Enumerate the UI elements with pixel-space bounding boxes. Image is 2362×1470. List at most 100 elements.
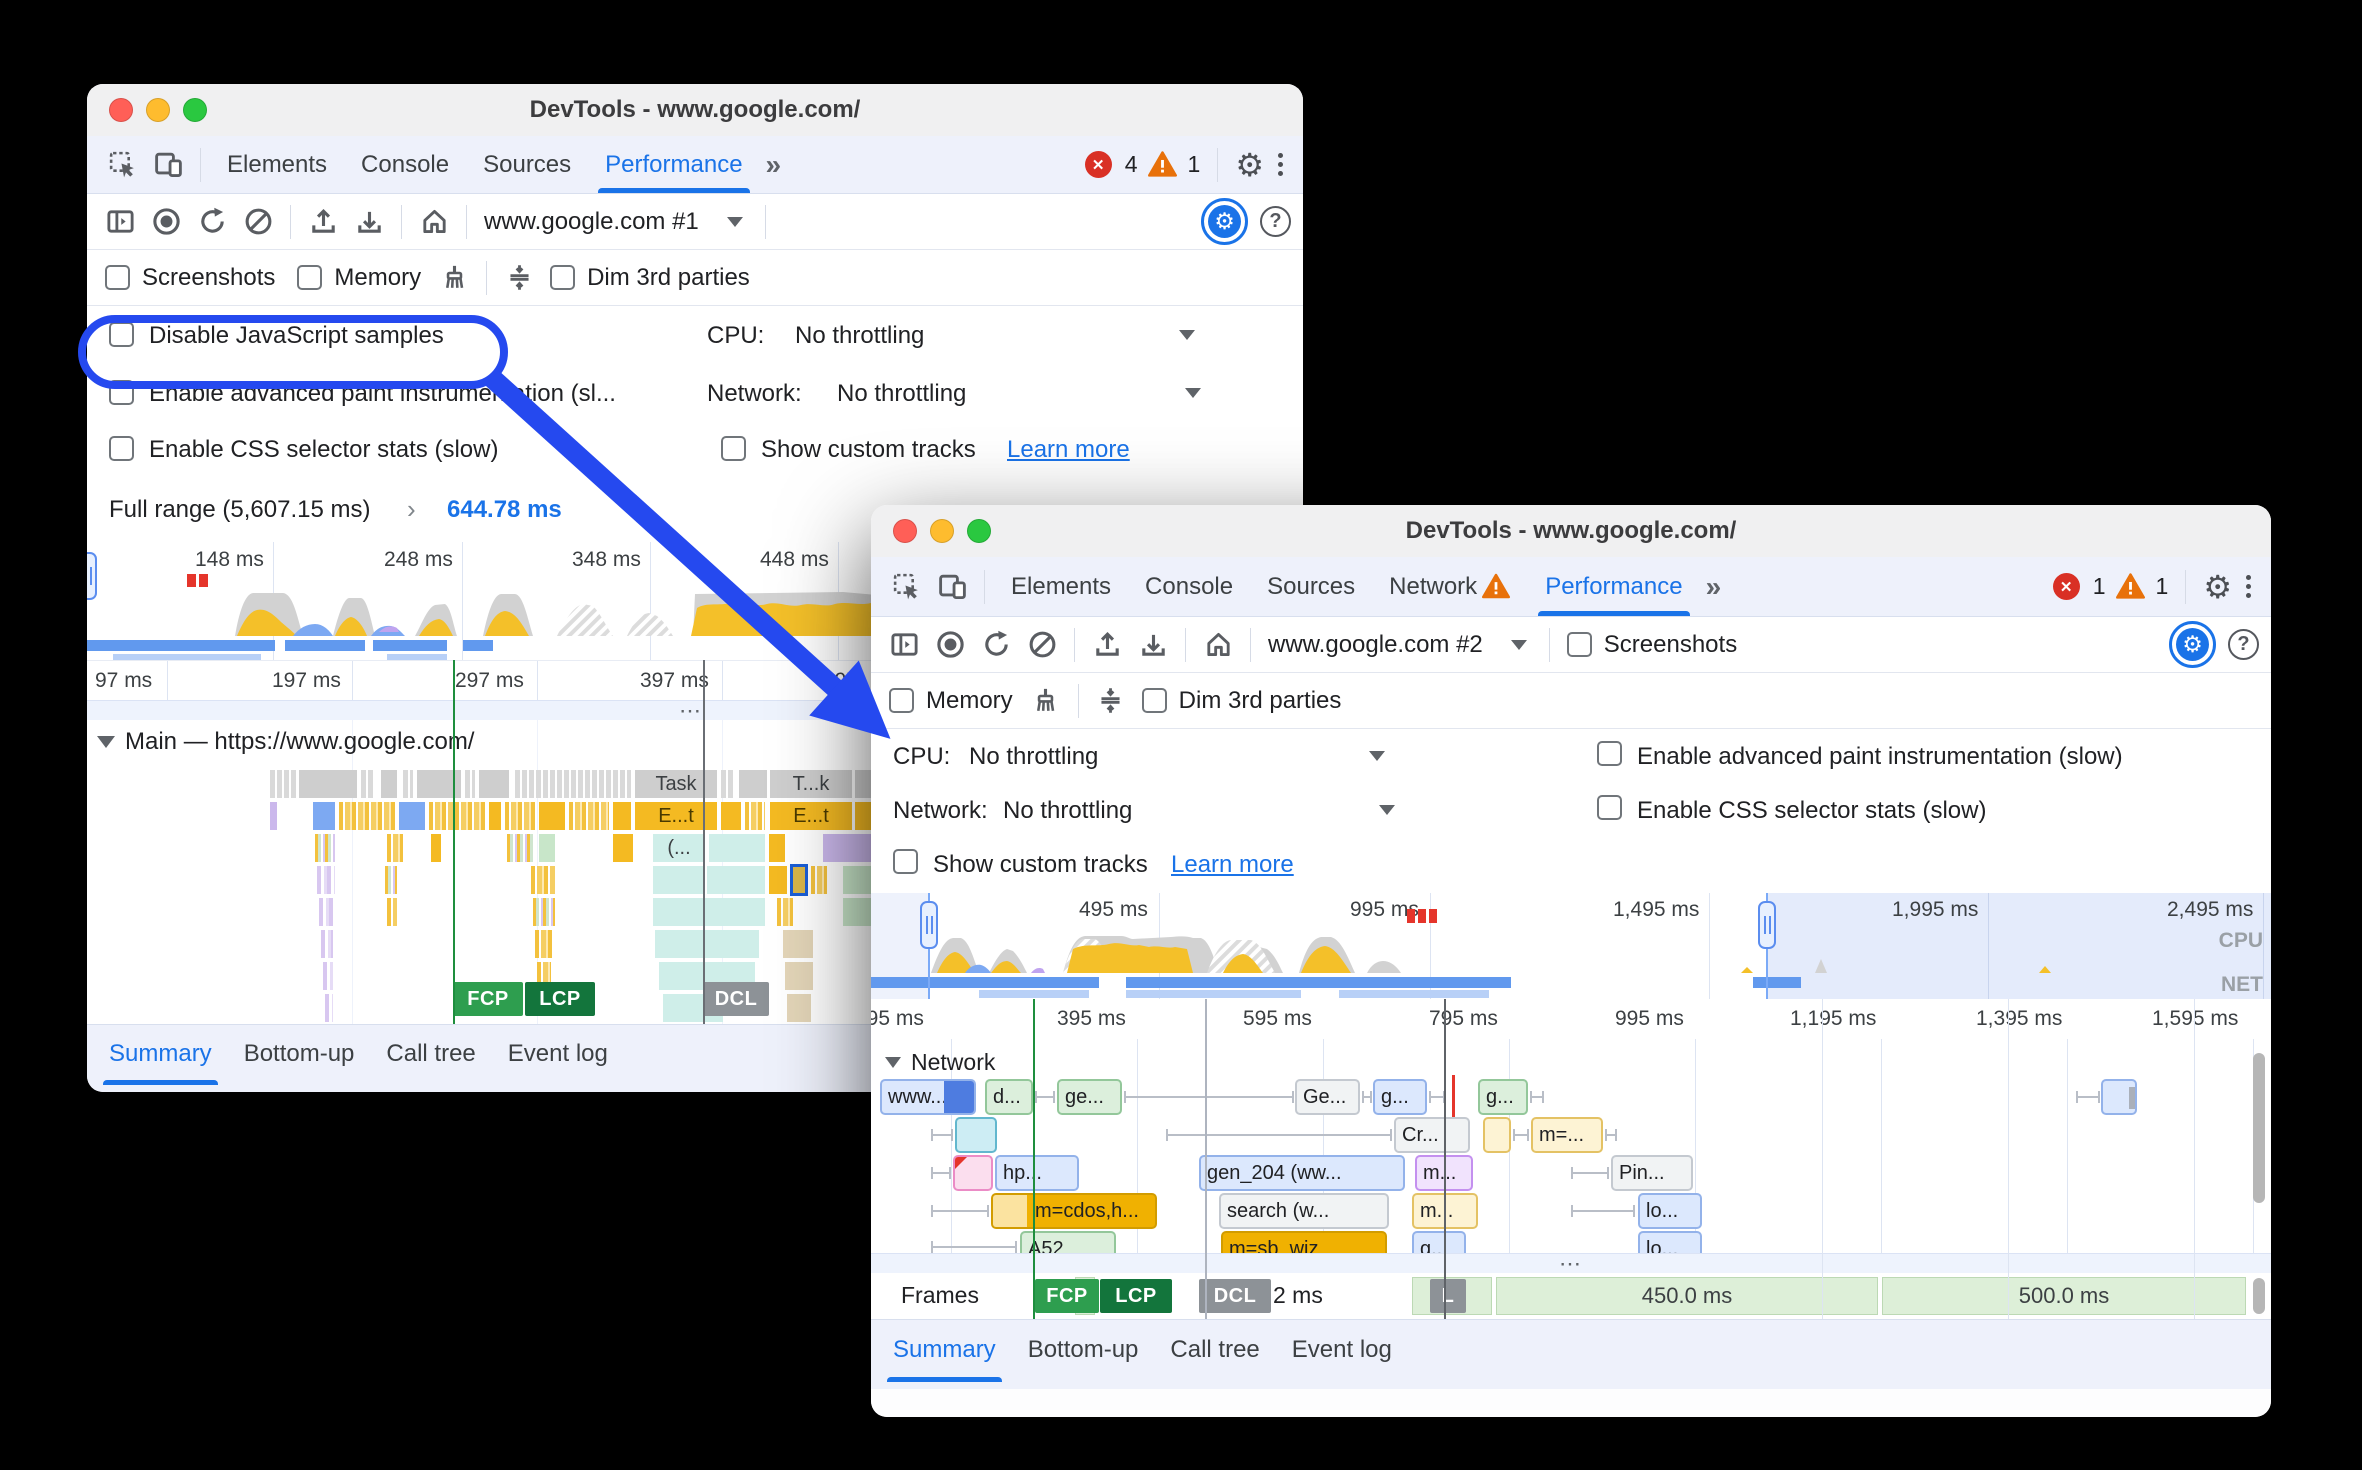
flame-bar[interactable] — [539, 802, 565, 830]
dim-3rd-parties-checkbox[interactable] — [550, 265, 575, 290]
home-icon[interactable] — [411, 199, 457, 245]
device-toolbar-icon[interactable] — [145, 142, 191, 188]
network-request[interactable]: Ge... — [1295, 1079, 1360, 1115]
chevron-down-icon[interactable] — [1185, 388, 1201, 398]
dcl-marker-badge[interactable]: DCL — [1199, 1279, 1271, 1313]
vertical-scrollbar[interactable] — [2253, 1278, 2265, 1314]
network-request[interactable]: g... — [1373, 1079, 1427, 1115]
record-icon[interactable] — [143, 199, 189, 245]
capture-settings-gear-icon[interactable]: ⚙ — [2169, 621, 2216, 668]
network-request[interactable]: ge... — [1057, 1079, 1122, 1115]
flame-bar-anonymous[interactable]: (... — [653, 834, 705, 862]
flame-bar-event[interactable]: E...t — [770, 802, 852, 830]
record-icon[interactable] — [927, 622, 973, 668]
flame-bar[interactable] — [843, 898, 871, 926]
cpu-throttle-value[interactable]: No throttling — [969, 743, 1098, 771]
chevron-down-icon[interactable] — [1369, 751, 1385, 761]
settings-gear-icon[interactable]: ⚙ — [2203, 571, 2232, 603]
advanced-paint-checkbox[interactable] — [1597, 741, 1622, 766]
network-request[interactable]: g... — [1412, 1231, 1466, 1253]
garbage-collect-icon[interactable] — [431, 255, 477, 301]
inspect-element-icon[interactable] — [99, 142, 145, 188]
tab-performance[interactable]: Performance — [588, 136, 759, 193]
frame-segment[interactable]: 500.0 ms — [1882, 1277, 2246, 1315]
css-selector-stats-checkbox[interactable] — [1597, 795, 1622, 820]
flame-bar[interactable] — [769, 866, 787, 894]
overview-left-handle[interactable] — [920, 901, 938, 949]
tab-summary[interactable]: Summary — [93, 1025, 228, 1083]
flame-bar[interactable] — [539, 834, 555, 862]
dcl-marker-badge[interactable]: DCL — [703, 982, 769, 1016]
tab-sources[interactable]: Sources — [466, 136, 588, 193]
disclosure-triangle-icon[interactable] — [885, 1057, 901, 1068]
error-icon[interactable]: ✕ — [2053, 573, 2080, 600]
network-request[interactable] — [1483, 1117, 1511, 1153]
network-request[interactable]: Pin... — [1611, 1155, 1693, 1191]
fcp-marker-badge[interactable]: FCP — [1035, 1279, 1099, 1313]
tab-call-tree[interactable]: Call tree — [370, 1025, 491, 1083]
garbage-collect-icon[interactable] — [1023, 678, 1069, 724]
flame-bar[interactable] — [721, 802, 741, 830]
more-tabs-icon[interactable]: » — [1706, 571, 1722, 603]
flame-bar[interactable] — [709, 834, 765, 862]
flame-bar[interactable] — [381, 770, 397, 798]
toggle-sidebar-icon[interactable] — [881, 622, 927, 668]
tab-console[interactable]: Console — [1128, 557, 1250, 616]
flame-bar[interactable] — [769, 834, 785, 862]
network-request[interactable] — [2101, 1079, 2137, 1115]
flame-bar[interactable] — [787, 994, 811, 1022]
tab-call-tree[interactable]: Call tree — [1154, 1320, 1275, 1380]
flame-bar[interactable] — [431, 834, 441, 862]
network-throttle-value[interactable]: No throttling — [1003, 797, 1132, 825]
tab-bottom-up[interactable]: Bottom-up — [1012, 1320, 1155, 1380]
network-request[interactable]: m=cdos,h... — [991, 1193, 1157, 1229]
flame-bar[interactable] — [299, 770, 357, 798]
capture-settings-gear-icon[interactable]: ⚙ — [1201, 198, 1248, 245]
tab-event-log[interactable]: Event log — [492, 1025, 624, 1083]
disclosure-triangle-icon[interactable] — [97, 736, 115, 748]
clear-recording-icon[interactable] — [235, 199, 281, 245]
tab-network[interactable]: Network — [1372, 557, 1528, 616]
network-request[interactable]: m=sb_wiz — [1221, 1231, 1387, 1253]
breadcrumb-full-range[interactable]: Full range (5,607.15 ms) — [109, 496, 370, 524]
network-request[interactable]: lo... — [1638, 1193, 1702, 1229]
flame-bar[interactable] — [783, 930, 813, 958]
tab-event-log[interactable]: Event log — [1276, 1320, 1408, 1380]
clear-recording-icon[interactable] — [1019, 622, 1065, 668]
flame-bar[interactable] — [653, 898, 765, 926]
track-expander-band[interactable]: ⋯ — [871, 1253, 2271, 1275]
upload-profile-icon[interactable] — [300, 199, 346, 245]
flame-bar[interactable] — [785, 962, 813, 990]
network-request[interactable]: gen_204 (ww... — [1199, 1155, 1405, 1191]
collapse-tracks-icon[interactable] — [1088, 678, 1134, 724]
flame-bar[interactable] — [613, 834, 633, 862]
download-profile-icon[interactable] — [346, 199, 392, 245]
warning-icon[interactable] — [1146, 142, 1180, 188]
learn-more-link[interactable]: Learn more — [1171, 851, 1294, 879]
more-tabs-icon[interactable]: » — [766, 149, 782, 181]
tab-summary[interactable]: Summary — [877, 1320, 1012, 1380]
target-selector[interactable]: www.google.com #2 — [1268, 631, 1483, 659]
window-titlebar[interactable]: DevTools - www.google.com/ — [871, 505, 2271, 558]
more-options-icon[interactable] — [2240, 575, 2257, 598]
reload-and-record-icon[interactable] — [973, 622, 1019, 668]
chevron-down-icon[interactable] — [727, 217, 743, 227]
l-marker-badge[interactable]: L — [1430, 1279, 1466, 1313]
overview-left-handle[interactable] — [87, 552, 97, 600]
network-request[interactable] — [955, 1117, 997, 1153]
window-titlebar[interactable]: DevTools - www.google.com/ — [87, 84, 1303, 137]
selected-flame-bar[interactable] — [790, 864, 808, 896]
memory-checkbox[interactable] — [889, 688, 914, 713]
flame-bar[interactable] — [843, 866, 871, 894]
network-throttle-value[interactable]: No throttling — [837, 380, 966, 408]
flame-bar[interactable] — [489, 802, 501, 830]
vertical-scrollbar[interactable] — [2253, 1053, 2265, 1203]
help-icon[interactable]: ? — [1260, 206, 1291, 237]
warning-icon[interactable] — [2114, 564, 2148, 610]
flame-bar[interactable] — [399, 802, 425, 830]
network-request[interactable] — [953, 1155, 993, 1191]
network-request[interactable]: www... — [880, 1079, 976, 1115]
chevron-down-icon[interactable] — [1511, 640, 1527, 650]
flame-bar[interactable] — [823, 834, 871, 862]
memory-checkbox[interactable] — [297, 265, 322, 290]
